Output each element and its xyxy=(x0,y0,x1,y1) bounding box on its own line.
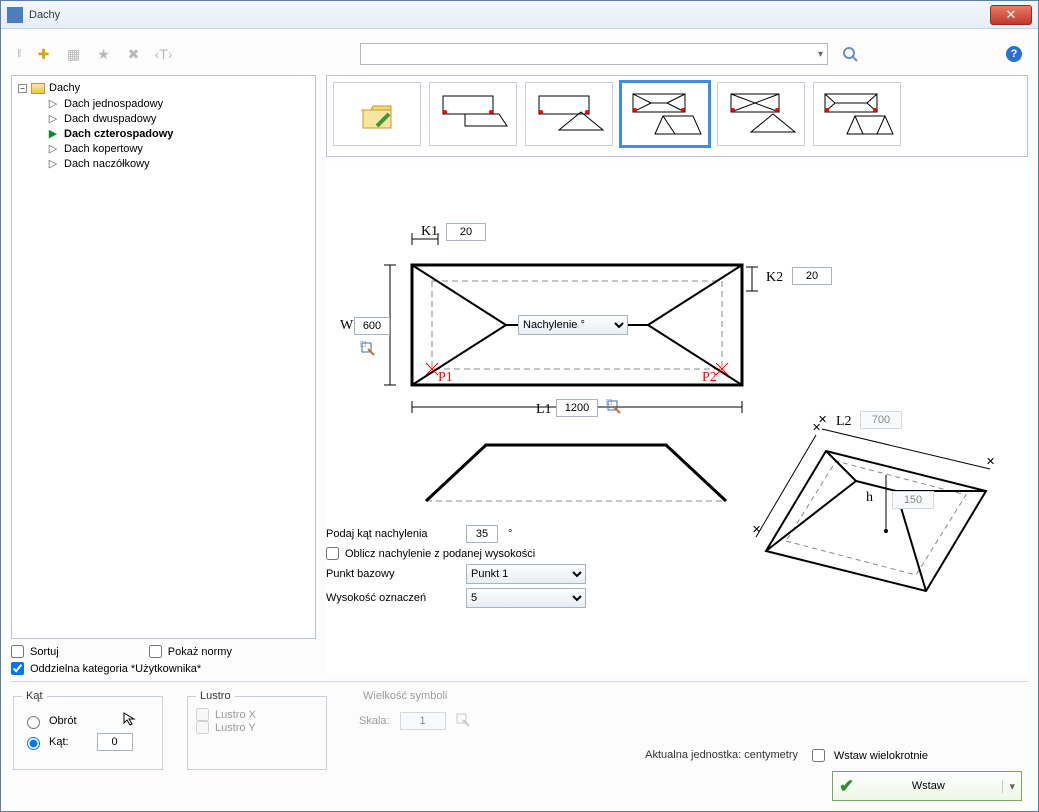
delete-icon[interactable]: ✖ xyxy=(126,46,142,62)
w1-input[interactable] xyxy=(354,317,390,335)
scale-pick-icon xyxy=(456,713,470,730)
thumbnail-half-hip-roof[interactable] xyxy=(813,82,901,146)
help-icon[interactable]: ? xyxy=(1006,46,1022,62)
thumbnail-strip xyxy=(326,75,1028,157)
base-point-label: Punkt bazowy xyxy=(326,568,456,580)
thumbnail-hip-roof[interactable] xyxy=(621,82,709,146)
tree-item[interactable]: ▷Dach dwuspadowy xyxy=(48,111,309,126)
thumbnail-pyramid-roof[interactable] xyxy=(717,82,805,146)
p1-label: P1 xyxy=(438,370,453,385)
folder-icon xyxy=(31,83,45,94)
svg-text:✕: ✕ xyxy=(812,422,821,434)
svg-text:✕: ✕ xyxy=(986,456,995,468)
item-bullet-icon: ▷ xyxy=(48,112,58,125)
tree-item[interactable]: ▷Dach naczółkowy xyxy=(48,156,309,171)
unit-label: Aktualna jednostka: centymetry xyxy=(645,749,798,761)
window-title: Dachy xyxy=(29,9,990,21)
dropdown-icon[interactable]: ▾ xyxy=(1002,780,1015,793)
config-block: Podaj kąt nachylenia ° Oblicz nachylenie… xyxy=(326,521,646,612)
p2-label: P2 xyxy=(702,370,717,385)
k1-label: K1 xyxy=(421,224,438,239)
text-icon[interactable]: ‹T› xyxy=(156,46,172,62)
item-bullet-icon: ▷ xyxy=(48,97,58,110)
symbol-size-group: Wielkość symboli Skala: xyxy=(351,690,551,746)
item-bullet-icon: ▷ xyxy=(48,157,58,170)
angle-label: Podaj kąt nachylenia xyxy=(326,528,456,540)
app-icon xyxy=(7,7,23,23)
thumbnail-gable-roof[interactable] xyxy=(525,82,613,146)
content: ‖ ✚ ▦ ★ ✖ ‹T› ? − Dachy xyxy=(1,29,1038,811)
mirror-x-checkbox: Lustro X xyxy=(196,708,318,721)
cursor-icon xyxy=(123,712,137,729)
tree-item-selected[interactable]: ▶Dach czterospadowy xyxy=(48,126,309,141)
right-panel: K1 K2 xyxy=(326,75,1028,675)
marks-height-label: Wysokość oznaczeń xyxy=(326,592,456,604)
k2-input[interactable] xyxy=(792,267,832,285)
angle-suffix: ° xyxy=(508,528,512,540)
mirror-y-checkbox: Lustro Y xyxy=(196,721,318,734)
l1-label: L1 xyxy=(536,402,552,417)
bottom-bar: Kąt Obrót Kąt: Lustro Lustro X Lustro Y … xyxy=(11,681,1028,801)
sort-checkbox[interactable]: Sortuj xyxy=(11,645,59,658)
rotate-radio[interactable]: Obrót xyxy=(22,712,154,729)
mirror-group: Lustro Lustro X Lustro Y xyxy=(187,690,327,770)
insert-button-label: Wstaw xyxy=(864,780,992,792)
angle-input[interactable] xyxy=(466,525,498,543)
calc-from-height-checkbox[interactable]: Oblicz nachylenie z podanej wysokości xyxy=(326,547,646,560)
pick-point-icon[interactable] xyxy=(360,341,366,347)
tree-root-label: Dachy xyxy=(49,82,80,94)
insert-button[interactable]: ✔ Wstaw ▾ xyxy=(832,771,1022,801)
slope-select[interactable]: Nachylenie ° xyxy=(518,315,628,335)
l2-input xyxy=(860,411,902,429)
svg-text:✕: ✕ xyxy=(752,524,761,536)
left-panel: − Dachy ▷Dach jednospadowy ▷Dach dwuspad… xyxy=(11,75,316,675)
h-input xyxy=(892,491,934,509)
insert-multi-checkbox[interactable]: Wstaw wielokrotnie xyxy=(808,746,928,765)
tree: − Dachy ▷Dach jednospadowy ▷Dach dwuspad… xyxy=(11,75,316,639)
titlebar: Dachy ✕ xyxy=(1,1,1038,29)
scale-label: Skala: xyxy=(359,715,390,727)
show-norms-checkbox[interactable]: Pokaż normy xyxy=(149,645,232,658)
item-bullet-icon: ▷ xyxy=(48,142,58,155)
close-button[interactable]: ✕ xyxy=(990,5,1032,25)
scale-input xyxy=(400,712,446,730)
thumbnail-shed-roof[interactable] xyxy=(429,82,517,146)
angle-value-input[interactable] xyxy=(97,733,133,751)
angle-group: Kąt Obrót Kąt: xyxy=(13,690,163,770)
tree-collapse-icon[interactable]: − xyxy=(18,84,27,93)
diagram-canvas: K1 K2 xyxy=(326,161,1028,675)
base-point-select[interactable]: Punkt 1 xyxy=(466,564,586,584)
search-combo[interactable] xyxy=(360,43,828,65)
add-icon[interactable]: ✚ xyxy=(36,46,52,62)
main-window: Dachy ✕ ‖ ✚ ▦ ★ ✖ ‹T› ? − xyxy=(0,0,1039,812)
tree-item[interactable]: ▷Dach kopertowy xyxy=(48,141,309,156)
thumbnail-folder[interactable] xyxy=(333,82,421,146)
k2-label: K2 xyxy=(766,270,783,285)
grid-icon[interactable]: ▦ xyxy=(66,46,82,62)
search-icon[interactable] xyxy=(842,46,858,62)
own-category-checkbox[interactable]: Oddzielna kategoria *Użytkownika* xyxy=(11,662,316,675)
toolbar: ‖ ✚ ▦ ★ ✖ ‹T› ? xyxy=(11,39,1028,69)
check-icon: ✔ xyxy=(839,776,854,797)
k1-input[interactable] xyxy=(446,223,486,241)
tree-root[interactable]: − Dachy xyxy=(18,82,309,94)
angle-radio[interactable]: Kąt: xyxy=(22,733,154,751)
item-bullet-icon: ▶ xyxy=(48,127,58,140)
marks-height-select[interactable]: 5 xyxy=(466,588,586,608)
tree-item[interactable]: ▷Dach jednospadowy xyxy=(48,96,309,111)
pick-length-icon[interactable] xyxy=(606,399,612,405)
l2-label: L2 xyxy=(836,414,852,429)
l1-input[interactable] xyxy=(556,399,598,417)
h-label: h xyxy=(866,490,873,505)
star-icon[interactable]: ★ xyxy=(96,46,112,62)
